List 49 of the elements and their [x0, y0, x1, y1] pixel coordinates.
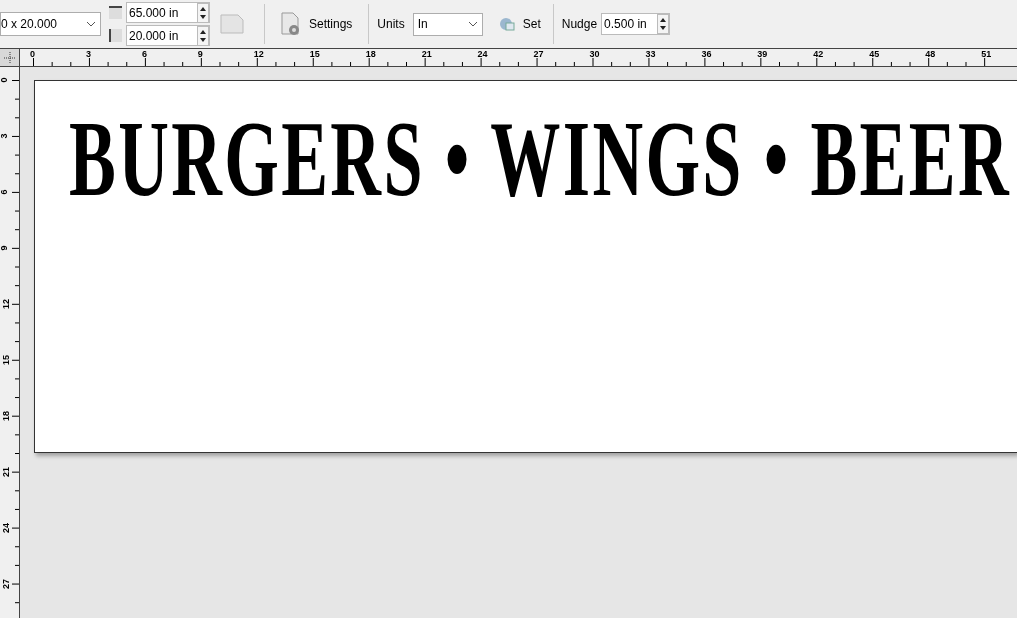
ruler-label: 12	[253, 49, 264, 59]
ruler-label: 18	[365, 49, 376, 59]
ruler-label: 0	[0, 77, 9, 83]
crosshair-icon	[3, 51, 16, 64]
units-label: Units	[377, 16, 405, 33]
ruler-label: 12	[1, 298, 11, 309]
width-icon	[109, 6, 122, 19]
ruler-label: 18	[1, 410, 11, 421]
settings-button[interactable]: Settings	[273, 7, 361, 41]
width-spinner[interactable]	[197, 2, 209, 23]
ruler-label: 6	[141, 49, 147, 59]
ruler-label: 36	[701, 49, 712, 59]
ruler-label: 21	[421, 49, 432, 59]
units-dropdown[interactable]: In	[412, 12, 483, 36]
nudge-field[interactable]: 0.500 in	[601, 13, 671, 35]
ruler-origin[interactable]	[0, 49, 20, 66]
width-field[interactable]: 65.000 in	[126, 2, 210, 23]
nudge-spinner[interactable]	[657, 14, 670, 34]
chevron-down-icon	[86, 21, 96, 27]
size-preset-dropdown[interactable]: 0 x 20.000	[0, 12, 101, 36]
ruler-label: 21	[1, 466, 11, 477]
ruler-label: 30	[589, 49, 600, 59]
ruler-label: 39	[757, 49, 768, 59]
set-button[interactable]: Set	[494, 9, 545, 39]
height-spinner[interactable]	[197, 25, 209, 46]
ruler-label: 3	[0, 133, 9, 139]
ruler-label: 0	[30, 49, 35, 59]
ruler-label: 27	[1, 578, 11, 589]
height-field[interactable]: 20.000 in	[126, 25, 210, 46]
nudge-label: Nudge	[561, 16, 598, 33]
set-icon	[498, 16, 515, 32]
ruler-label: 9	[0, 245, 9, 251]
ruler-label: 51	[981, 49, 992, 59]
ruler-label: 3	[85, 49, 91, 59]
ruler-label: 33	[645, 49, 656, 59]
ruler-label: 45	[869, 49, 880, 59]
ruler-label: 9	[197, 49, 203, 59]
ruler-label: 6	[0, 189, 9, 195]
headline-text: BURGERS • WINGS • BEER	[69, 105, 1011, 213]
ruler-label: 48	[925, 49, 936, 59]
ruler-label: 24	[477, 49, 488, 59]
chevron-down-icon	[467, 21, 478, 27]
height-icon	[109, 29, 122, 42]
ruler-label: 27	[533, 49, 544, 59]
document-gear-icon	[281, 12, 301, 36]
ruler-label: 15	[309, 49, 320, 59]
ruler-label: 15	[1, 354, 11, 365]
ruler-label: 24	[1, 522, 11, 533]
ruler-label: 42	[813, 49, 824, 59]
